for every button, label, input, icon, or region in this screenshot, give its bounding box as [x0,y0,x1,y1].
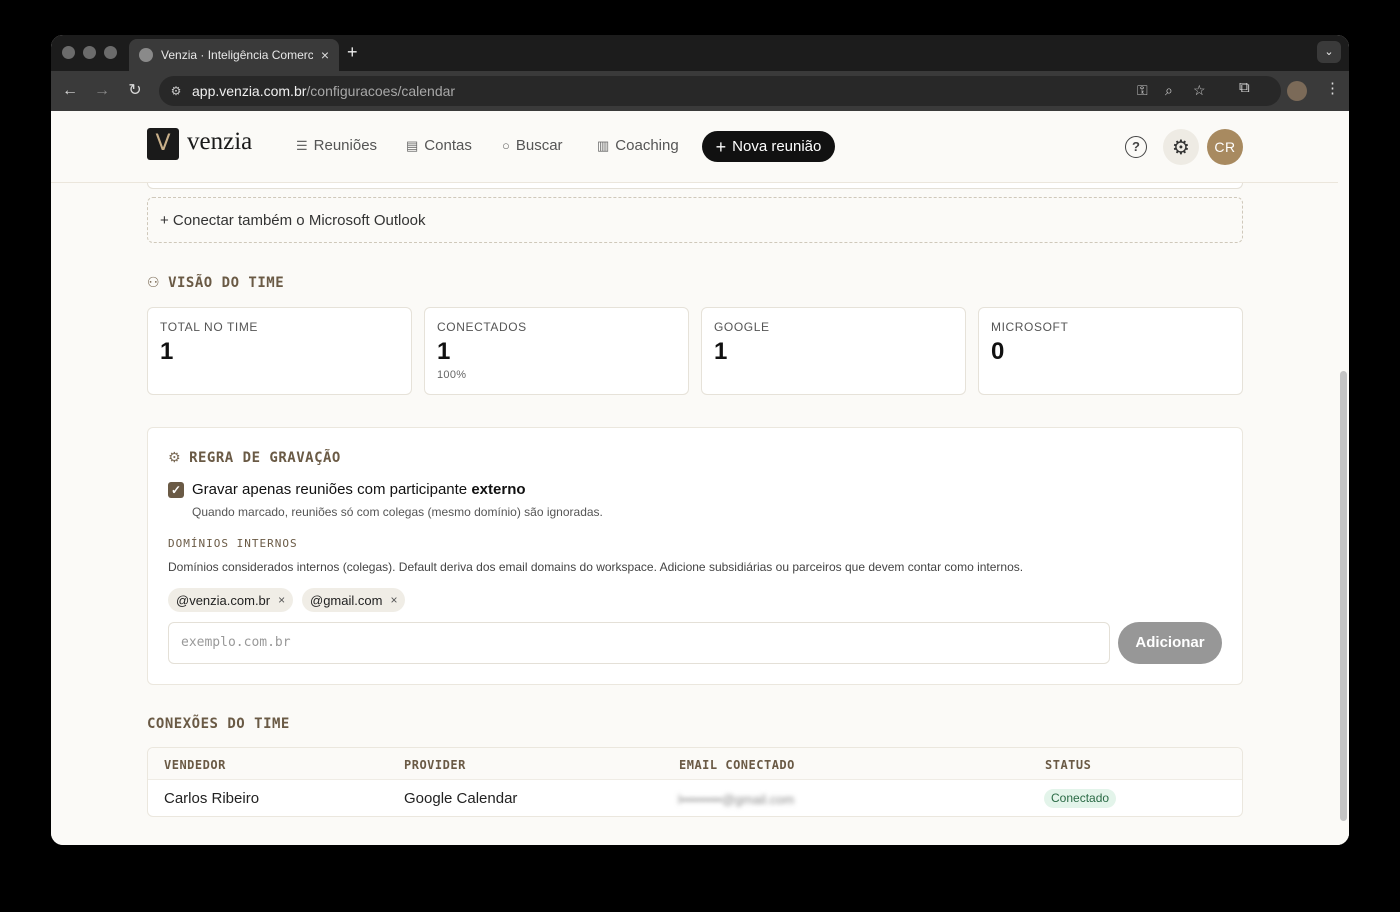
internal-domains-description: Domínios considerados internos (colegas)… [168,560,1024,574]
forward-icon[interactable]: → [90,79,114,103]
external-only-checkbox[interactable]: ✓ [168,482,184,498]
stat-value: 0 [991,338,1005,365]
stat-value: 1 [160,338,174,365]
status-badge: Conectado [1044,789,1117,808]
favicon-icon [139,48,153,62]
reload-icon[interactable]: ↻ [123,79,147,103]
tab-strip: Venzia · Inteligência Comercial × + ⌄ [51,35,1349,71]
logo-text[interactable]: venzia [187,128,252,156]
building-icon: ▤ [406,137,419,153]
browser-toolbar: ← → ↻ ⚙ app.venzia.com.br/configuracoes/… [51,71,1349,111]
connect-outlook-link[interactable]: + Conectar também o Microsoft Outlook [147,197,1243,243]
back-icon[interactable]: ← [58,79,82,103]
domain-chip: @gmail.com × [302,588,406,612]
new-tab-button[interactable]: + [347,42,358,63]
recording-rule-title-text: REGRA DE GRAVAÇÃO [189,450,341,466]
search-icon: ○ [502,138,510,153]
domain-chip-label: @venzia.com.br [176,592,271,608]
vendor-cell: Carlos Ribeiro [164,790,260,807]
users-icon: ⚇ [147,275,161,291]
list-icon: ☰ [296,137,308,153]
new-meeting-label: Nova reunião [732,138,822,155]
window-zoom-dot[interactable] [104,46,117,59]
stat-label: CONECTADOS [437,320,527,334]
connections-table: VENDEDOR PROVIDER EMAIL CONECTADO STATUS… [147,747,1243,817]
column-header[interactable]: PROVIDER [404,758,466,772]
password-key-icon[interactable]: ⚿ [1137,82,1148,99]
stat-label: MICROSOFT [991,320,1069,334]
plus-icon: + [715,136,727,157]
logo-mark[interactable]: V [147,128,179,160]
team-view-title: ⚇ VISÃO DO TIME [147,275,284,291]
team-connections-title-text: CONEXÕES DO TIME [147,716,290,732]
stat-card-microsoft: MICROSOFT 0 [978,307,1243,395]
internal-domains-label: DOMÍNIOS INTERNOS [168,537,298,550]
remove-domain-icon[interactable]: × [278,593,285,607]
column-header[interactable]: VENDEDOR [164,758,226,772]
provider-cell: Google Calendar [404,790,518,807]
app-page: V venzia ☰ Reuniões ▤ Contas ○ Buscar ▥ … [51,111,1349,845]
site-settings-icon[interactable]: ⚙ [167,82,185,100]
gear-icon: ⚙ [168,450,182,466]
extensions-icon[interactable]: ⧉ [1239,79,1250,96]
stat-card-connected: CONECTADOS 1 100% [424,307,689,395]
external-only-help: Quando marcado, reuniões só com colegas … [192,505,603,519]
browser-window: Venzia · Inteligência Comercial × + ⌄ ← … [51,35,1349,845]
external-only-label[interactable]: Gravar apenas reuniões com participante … [192,481,526,498]
stat-sub: 100% [437,369,467,381]
stat-label: GOOGLE [714,320,770,334]
nav-contas[interactable]: ▤ Contas [406,137,472,154]
table-header-row: VENDEDOR PROVIDER EMAIL CONECTADO STATUS [148,748,1242,780]
user-avatar[interactable]: CR [1207,129,1243,165]
browser-tab[interactable]: Venzia · Inteligência Comercial × [129,39,339,71]
column-header[interactable]: EMAIL CONECTADO [679,758,795,772]
recording-rule-title: ⚙ REGRA DE GRAVAÇÃO [168,450,341,466]
nav-label: Contas [424,137,472,154]
remove-domain-icon[interactable]: × [390,593,397,607]
tab-title: Venzia · Inteligência Comercial [161,48,313,62]
previous-card-edge [147,183,1243,189]
help-icon[interactable]: ? [1125,136,1147,158]
window-minimize-dot[interactable] [83,46,96,59]
team-connections-title: CONEXÕES DO TIME [147,716,290,732]
page-scrollbar[interactable] [1338,111,1349,845]
domain-chip-label: @gmail.com [310,592,383,608]
stat-value: 1 [714,338,728,365]
app-header: V venzia ☰ Reuniões ▤ Contas ○ Buscar ▥ … [51,111,1338,183]
window-close-dot[interactable] [62,46,75,59]
stat-card-total: TOTAL NO TIME 1 [147,307,412,395]
recording-rule-card: ⚙ REGRA DE GRAVAÇÃO ✓ Gravar apenas reun… [147,427,1243,685]
profile-avatar[interactable] [1287,81,1307,101]
nav-reunioes[interactable]: ☰ Reuniões [296,137,377,154]
stat-label: TOTAL NO TIME [160,320,259,334]
nav-buscar[interactable]: ○ Buscar [502,137,563,154]
new-meeting-button[interactable]: + Nova reunião [702,131,835,162]
nav-label: Coaching [615,137,679,154]
domain-input[interactable]: exemplo.com.br [168,622,1110,664]
nav-label: Reuniões [313,137,378,154]
team-view-title-text: VISÃO DO TIME [168,275,285,291]
column-header[interactable]: STATUS [1045,758,1091,772]
bookmark-star-icon[interactable]: ☆ [1193,82,1206,99]
stat-value: 1 [437,338,451,365]
gear-icon[interactable]: ⚙ [1163,129,1199,165]
nav-coaching[interactable]: ▥ Coaching [597,137,679,154]
bar-chart-icon: ▥ [597,137,610,153]
url-text: app.venzia.com.br/configuracoes/calendar [192,83,456,99]
add-domain-button[interactable]: Adicionar [1118,622,1222,664]
browser-menu-icon[interactable]: ⋮ [1325,79,1340,97]
domain-chip: @venzia.com.br × [168,588,294,612]
tab-search-button[interactable]: ⌄ [1317,41,1341,63]
tab-close-icon[interactable]: × [321,47,329,63]
zoom-icon[interactable]: ⌕ [1165,82,1173,99]
email-cell: l•••••••••@gmail.com [678,792,795,807]
nav-label: Buscar [515,137,563,154]
scrollbar-thumb[interactable] [1340,371,1347,821]
address-bar[interactable]: ⚙ app.venzia.com.br/configuracoes/calend… [159,76,1281,106]
stat-card-google: GOOGLE 1 [701,307,966,395]
